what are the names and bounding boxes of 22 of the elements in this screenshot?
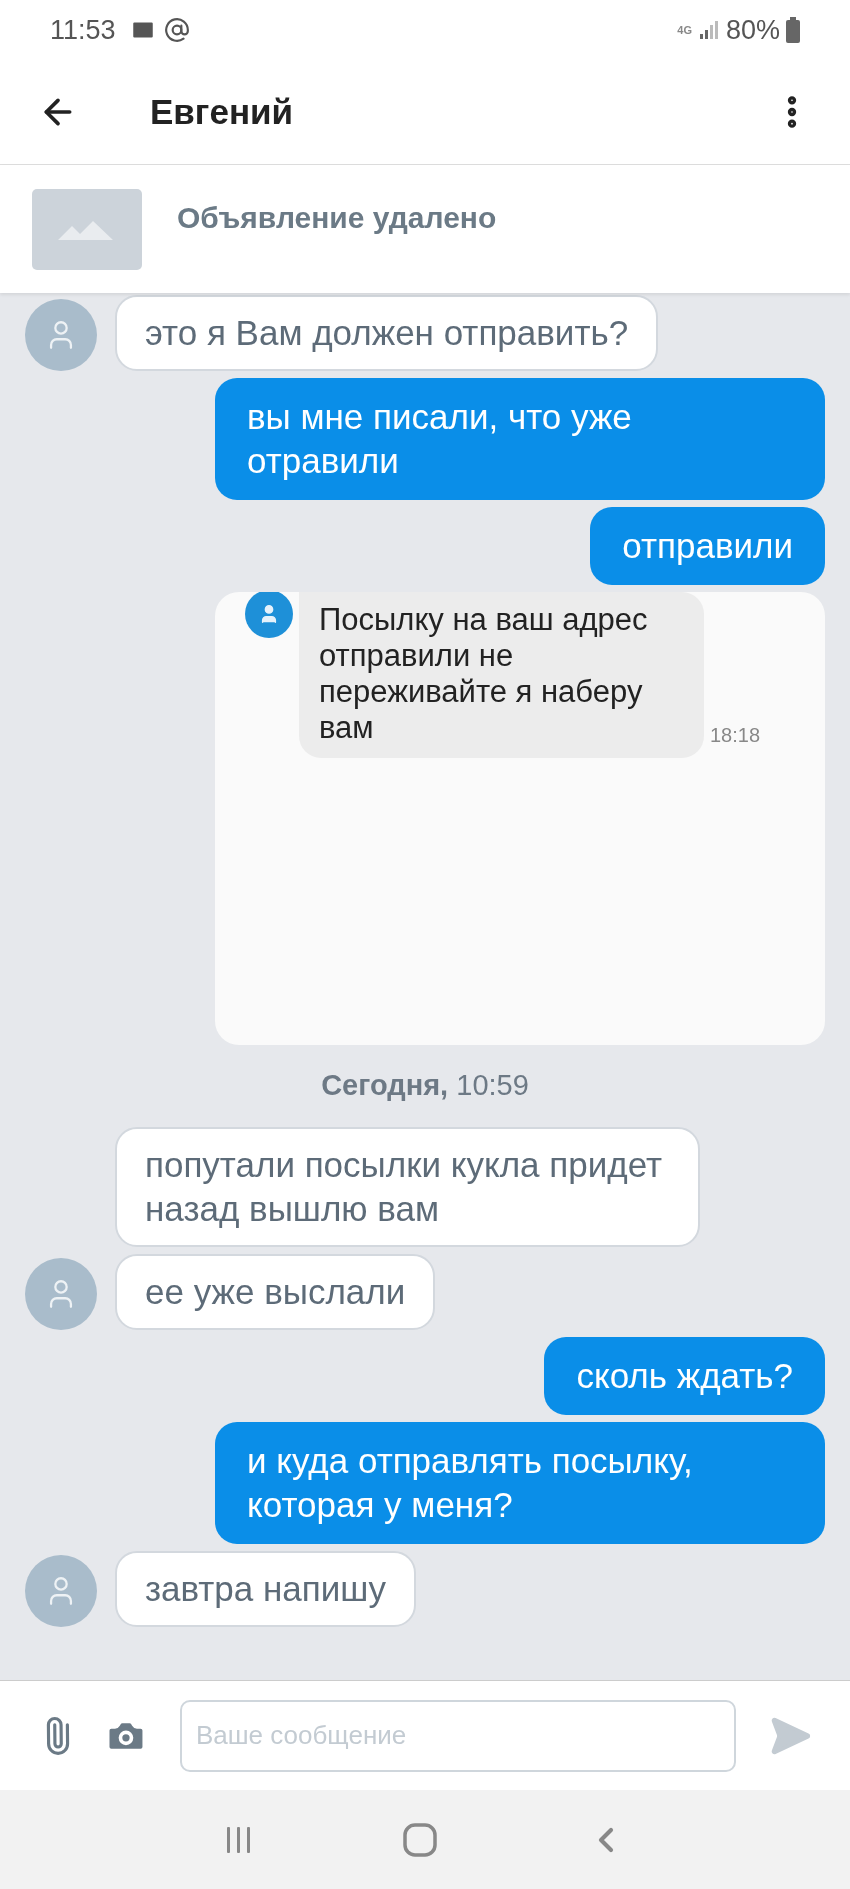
incoming-message: ее уже выслали	[115, 1253, 436, 1330]
incoming-message: это я Вам должен отправить?	[115, 295, 659, 371]
incoming-message: завтра напишу	[115, 1550, 416, 1627]
outgoing-message: и куда отправлять посылку, которая у меня?	[215, 1421, 825, 1544]
contact-name: Евгений	[150, 90, 294, 133]
message-field[interactable]: Ваше сообщение	[179, 1699, 737, 1772]
battery-level: 80%	[725, 13, 780, 47]
at-icon	[163, 17, 190, 43]
home-button[interactable]	[403, 1822, 437, 1857]
received-message: Посылку на ваш адрес отправили не переживайте я наберу вам	[299, 592, 704, 758]
status-time: 11:53	[50, 13, 116, 47]
outgoing-message: сколь ждать?	[544, 1336, 825, 1415]
signal-icon	[697, 19, 720, 41]
incoming-message: попутали посылки кукла придет назад вышлю вам	[115, 1126, 700, 1247]
image-placeholder-icon	[32, 189, 142, 270]
outgoing-message: отправили	[590, 507, 825, 585]
outgoing-message: вы мне писали, что уже отравили	[215, 378, 825, 500]
network-type: 4G	[677, 24, 692, 36]
listing-status: Объявление удалено	[177, 200, 497, 236]
message-time: 18:18	[710, 723, 761, 748]
battery-icon	[786, 17, 800, 43]
date-separator: Сегодня, 10:59	[320, 1068, 530, 1103]
